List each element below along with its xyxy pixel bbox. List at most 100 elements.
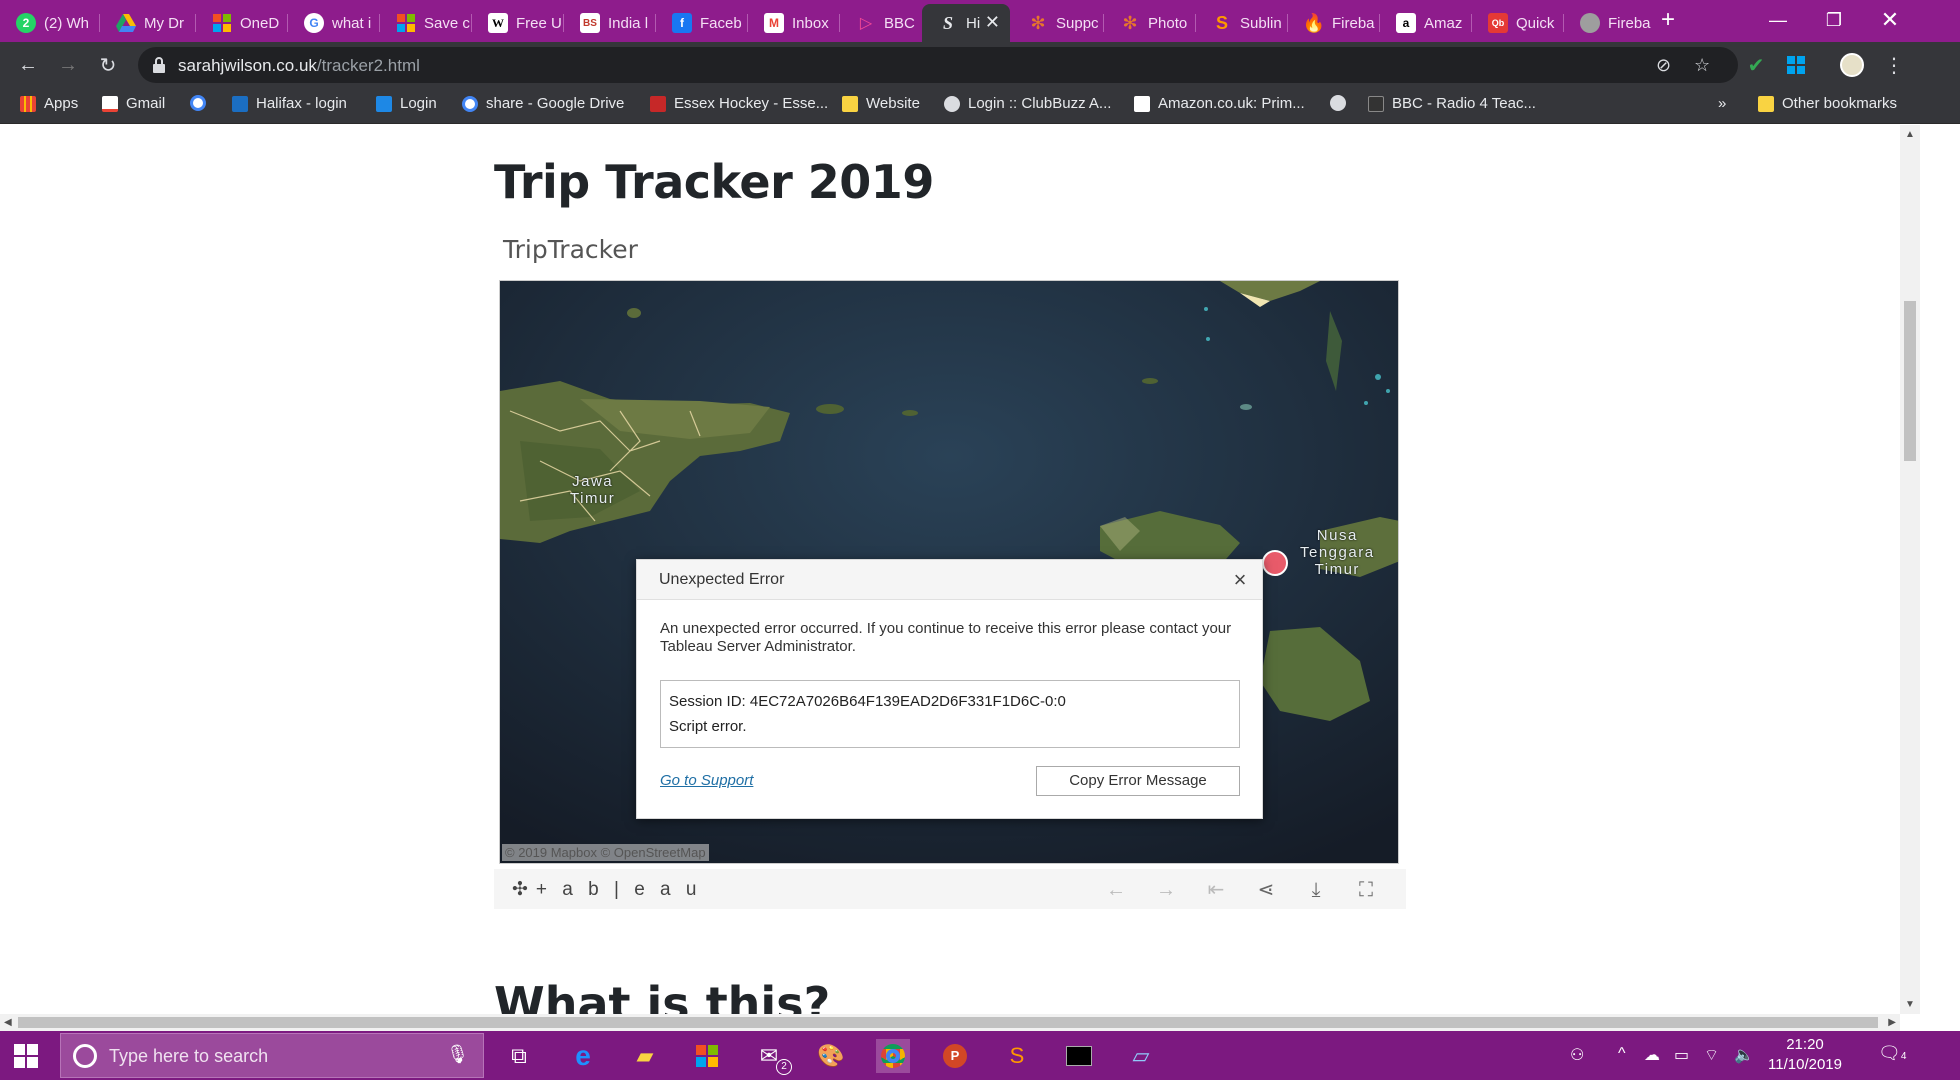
onedrive-icon[interactable]: ☁ [1644,1045,1660,1065]
close-icon[interactable]: × [1228,568,1252,592]
go-to-support-link[interactable]: Go to Support [660,772,753,789]
tab-amazon[interactable]: a Amaz [1380,4,1472,42]
tab-wikipedia[interactable]: W Free U [472,4,564,42]
extension-check-icon[interactable]: ✔ [1742,51,1770,79]
tab-onedrive[interactable]: OneD [196,4,288,42]
bookmark-bbc-radio4[interactable]: BBC - Radio 4 Teac... [1368,95,1536,112]
gmail-icon [102,95,118,112]
edge-icon[interactable]: e [566,1039,600,1073]
horizontal-scroll-thumb[interactable] [18,1017,1878,1028]
tab-label: Hi [966,14,981,32]
chrome-icon[interactable] [876,1039,910,1073]
clock[interactable]: 21:20 11/10/2019 [1760,1035,1850,1075]
bookmarks-overflow-button[interactable]: » [1718,95,1726,112]
tab-firebase-2[interactable]: Fireba [1564,4,1652,42]
tab-google-search[interactable]: G what i [288,4,380,42]
bookmark-clubbuzz[interactable]: Login :: ClubBuzz A... [944,95,1111,112]
bookmark-halifax[interactable]: Halifax - login [232,95,347,112]
file-explorer-icon[interactable]: ▰ [628,1039,662,1073]
tray-expand-icon[interactable]: ^ [1618,1045,1626,1063]
bookmark-essex-hockey[interactable]: Essex Hockey - Esse... [650,95,828,112]
map-attribution[interactable]: © 2019 Mapbox © OpenStreetMap [502,844,709,861]
horizontal-scrollbar[interactable]: ◀ ▶ [0,1014,1900,1031]
menu-icon[interactable]: ⋮ [1880,51,1908,79]
paint-icon[interactable]: 🎨 [814,1039,848,1073]
scroll-up-icon[interactable]: ▲ [1905,129,1915,140]
tab-support[interactable]: ✻ Suppc [1012,4,1104,42]
tab-whatsapp[interactable]: 2 (2) Wh [0,4,100,42]
forward-button[interactable]: → [54,51,82,79]
tab-quick[interactable]: Qb Quick [1472,4,1564,42]
wifi-icon[interactable]: ⌔ [1704,1045,1719,1065]
tab-facebook[interactable]: f Faceb [656,4,748,42]
profile-avatar[interactable] [1838,51,1866,79]
volume-icon[interactable]: 🔈 [1734,1045,1754,1065]
minimize-button[interactable]: — [1750,0,1806,40]
task-view-icon[interactable]: ⧉ [502,1039,536,1073]
mail-icon[interactable]: ✉ 2 [752,1039,792,1075]
bookmark-google[interactable] [190,95,214,111]
scroll-left-icon[interactable]: ◀ [4,1017,12,1028]
tab-bbc-iplayer[interactable]: ▷ BBC iI [840,4,920,42]
extension-windows-icon[interactable] [1782,51,1810,79]
bookmark-website[interactable]: Website [842,95,920,112]
address-bar[interactable]: sarahjwilson.co.uk/tracker2.html ⊘ ☆ [138,47,1738,83]
close-tab-icon[interactable]: ✕ [985,12,1000,33]
scroll-right-icon[interactable]: ▶ [1888,1017,1896,1028]
redo-icon[interactable]: → [1154,879,1178,901]
close-window-button[interactable]: ✕ [1862,0,1918,40]
reload-button[interactable]: ↻ [94,51,122,79]
download-icon[interactable]: ⤓ [1304,879,1328,901]
taskbar-search[interactable]: Type here to search 🎙 [60,1033,484,1078]
tableau-logo[interactable]: ✣ + a b | e a u [512,878,701,901]
vertical-scroll-thumb[interactable] [1904,301,1916,461]
tab-photo[interactable]: ✻ Photo [1104,4,1196,42]
lock-icon [153,57,165,73]
share-icon[interactable]: ⋖ [1254,879,1278,901]
tab-inbox[interactable]: M Inbox [748,4,840,42]
bookmark-amazon[interactable]: Amazon.co.uk: Prim... [1134,95,1305,112]
translate-icon[interactable]: ⊘ [1656,55,1671,76]
sublime-text-icon[interactable]: Ѕ [1000,1039,1034,1073]
star-icon[interactable]: ☆ [1694,55,1710,76]
store-icon[interactable] [690,1039,724,1073]
session-id: Session ID: 4EC72A7026B64F139EAD2D6F331F… [669,693,1066,710]
new-tab-button[interactable]: + [1656,8,1680,32]
fullscreen-icon[interactable]: ⛶ [1354,879,1378,901]
clock-time: 21:20 [1786,1036,1824,1053]
battery-icon[interactable]: ▭ [1674,1045,1689,1065]
back-button[interactable]: ← [14,51,42,79]
terminal-icon[interactable] [1062,1039,1096,1073]
copy-error-message-button[interactable]: Copy Error Message [1036,766,1240,796]
vertical-scrollbar[interactable]: ▲ ▼ [1900,125,1920,1014]
undo-icon[interactable]: ← [1104,879,1128,901]
maximize-button[interactable]: ❐ [1806,0,1862,40]
tab-sublime[interactable]: Ѕ Sublin [1196,4,1288,42]
tab-india[interactable]: BS India l [564,4,656,42]
other-bookmarks[interactable]: Other bookmarks [1758,95,1897,112]
windows-start-icon[interactable] [14,1044,38,1068]
microphone-icon[interactable]: 🎙 [446,1044,469,1065]
tab-strip: 2 (2) Wh My Dr OneD G what i Save c W Fr… [0,0,1960,42]
people-icon[interactable]: ⚇ [1570,1045,1584,1065]
tab-microsoft-save[interactable]: Save c [380,4,472,42]
bookmark-apps[interactable]: Apps [20,95,78,112]
trip-marker-icon[interactable] [1262,550,1288,576]
tab-firebase[interactable]: 🔥 Fireba [1288,4,1380,42]
notifications-icon[interactable]: 🗨4 [1878,1043,1906,1064]
bookmark-google-drive[interactable]: share - Google Drive [462,95,624,112]
notepad-icon[interactable]: ▱ [1124,1039,1158,1073]
microsoft-icon [212,13,232,33]
bookmark-login[interactable]: Login [376,95,437,112]
bookmark-gmail[interactable]: Gmail [102,95,165,112]
scroll-down-icon[interactable]: ▼ [1905,999,1915,1010]
script-error: Script error. [669,718,747,735]
tab-active[interactable]: S Hi ✕ [922,4,1010,42]
error-details-box[interactable]: Session ID: 4EC72A7026B64F139EAD2D6F331F… [660,680,1240,748]
wikipedia-icon: W [488,13,508,33]
tab-google-drive[interactable]: My Dr [100,4,196,42]
bookmark-globe[interactable] [1330,95,1354,111]
globe-icon [1580,13,1600,33]
powerpoint-icon[interactable]: P [938,1039,972,1073]
revert-icon[interactable]: ⇤ [1204,879,1228,901]
